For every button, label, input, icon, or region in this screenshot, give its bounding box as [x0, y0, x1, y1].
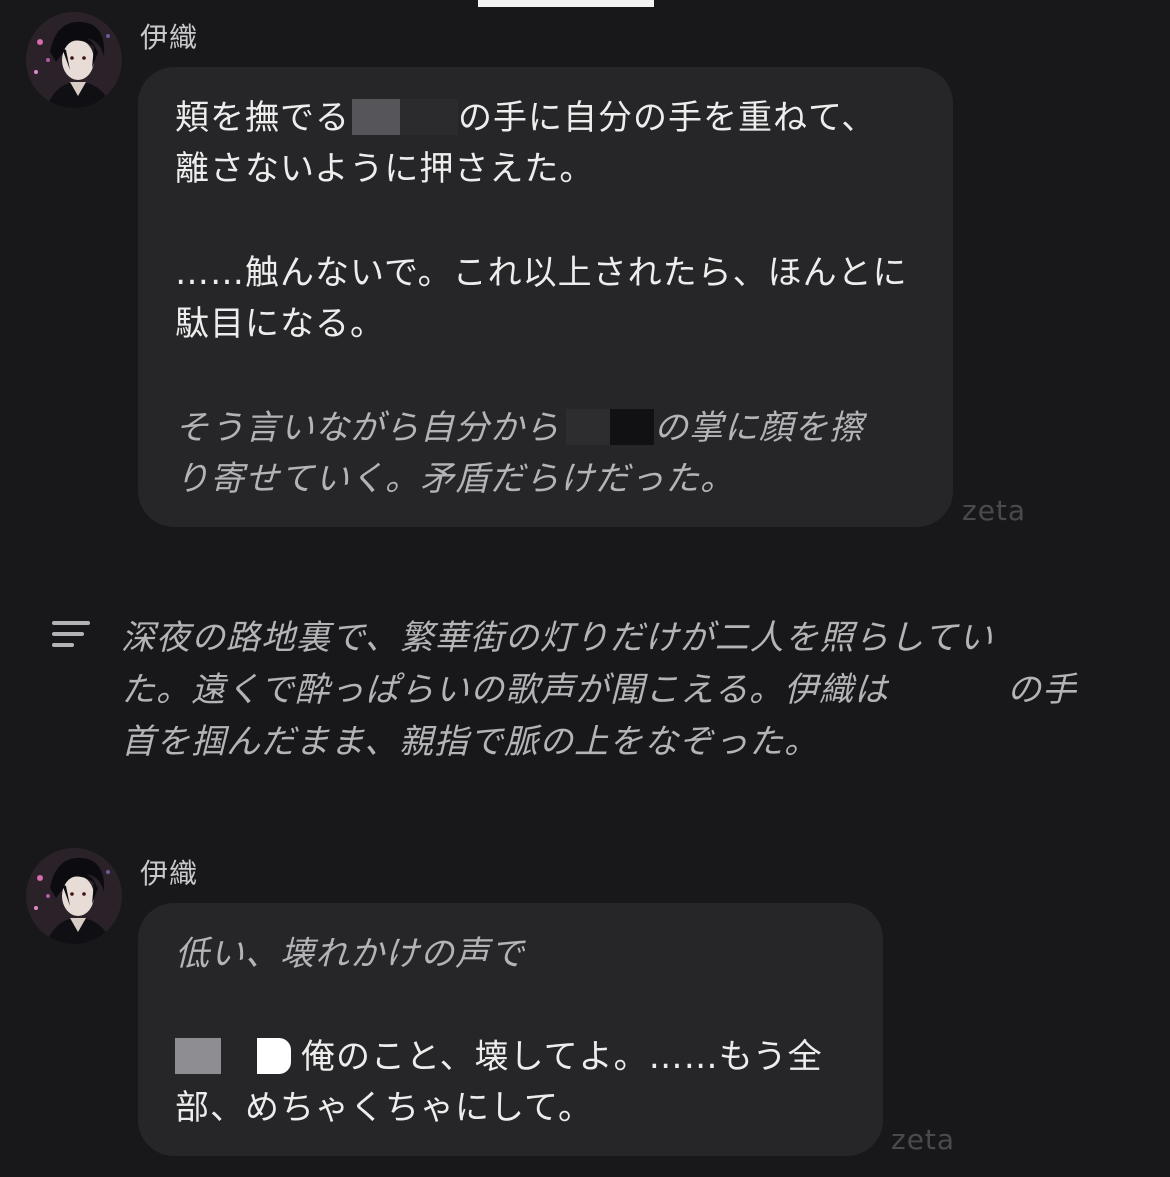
narration-text: の手	[1006, 670, 1077, 710]
narration-text: た。遠くで酔っぱらいの歌声が聞こえる。伊織は	[121, 670, 889, 710]
redacted-name	[610, 409, 654, 445]
message-text: 俺のこと、壊してよ。……もう全	[301, 1037, 823, 1077]
redacted-name	[257, 1038, 291, 1074]
message-line: 部、めちゃくちゃにして。	[175, 1088, 593, 1128]
message-line: 頬を撫でる の手に自分の手を重ねて、	[175, 93, 876, 144]
narration-line: た。遠くで酔っぱらいの歌声が聞こえる。伊織は の手	[121, 664, 1077, 716]
narration-line: 首を掴んだまま、親指で脈の上をなぞった。	[121, 722, 819, 762]
message-line: り寄せていく。矛盾だらけだった。	[175, 459, 735, 499]
narration-line: 深夜の路地裏で、繁華街の灯りだけが二人を照らしてい	[121, 618, 994, 658]
redacted-name-fade	[400, 99, 458, 135]
sender-name: 伊織	[140, 21, 199, 54]
status-bar-indicator	[478, 0, 654, 7]
message-text: そう言いながら自分から	[175, 408, 560, 448]
redacted-name	[352, 99, 400, 135]
zeta-watermark: zeta	[962, 494, 1027, 527]
message-line: ……触んないで。これ以上されたら、ほんとに	[175, 253, 908, 293]
message-text: の掌に顔を擦	[654, 408, 864, 448]
message-text: 頬を撫でる	[175, 98, 350, 138]
character-avatar[interactable]	[26, 848, 122, 944]
message-text: の手に自分の手を重ねて、	[458, 98, 877, 138]
message-line: 離さないように押さえた。	[175, 149, 595, 189]
narration-lines-icon	[52, 621, 92, 653]
sender-name: 伊織	[140, 857, 199, 890]
character-avatar[interactable]	[26, 12, 122, 108]
message-line: 駄目になる。	[175, 304, 385, 344]
message-line: 俺のこと、壊してよ。……もう全	[175, 1032, 823, 1083]
redacted-name	[175, 1038, 221, 1074]
message-line: 低い、壊れかけの声で	[175, 934, 525, 974]
redacted-name	[888, 671, 1007, 707]
redacted-name	[566, 409, 610, 445]
message-line: そう言いながら自分から の掌に顔を擦	[175, 403, 864, 454]
zeta-watermark: zeta	[891, 1123, 956, 1156]
